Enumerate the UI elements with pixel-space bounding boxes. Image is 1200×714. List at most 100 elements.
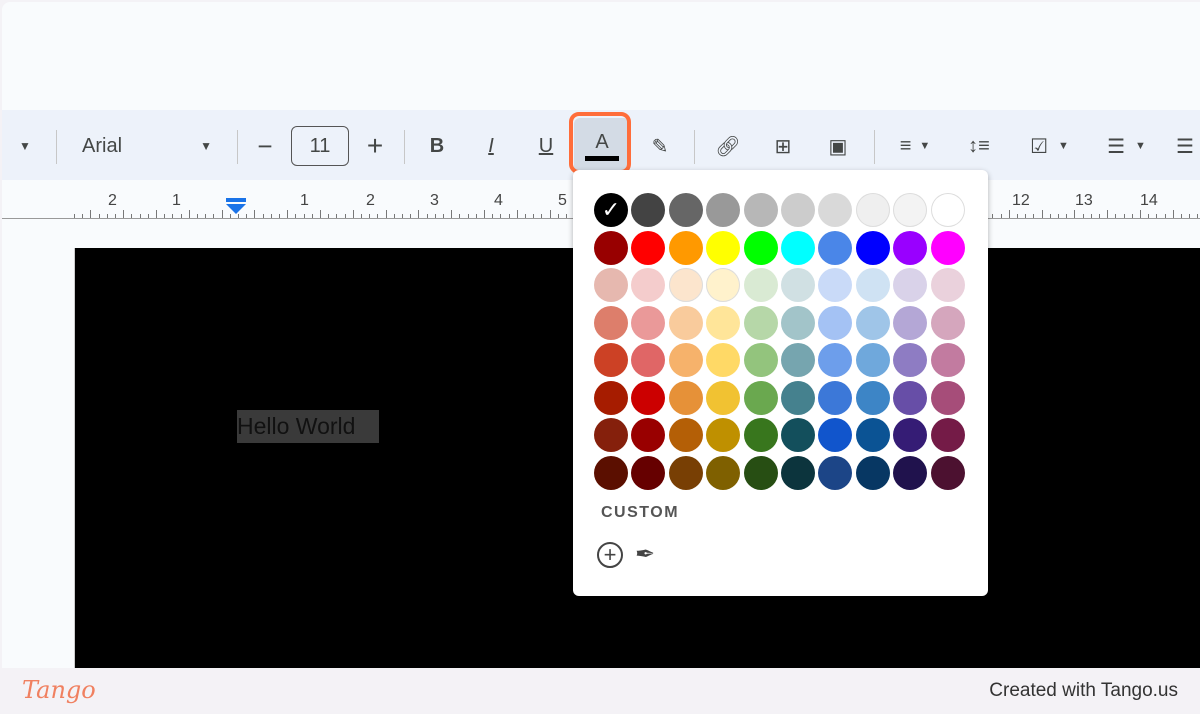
color-swatch[interactable] [631, 343, 666, 377]
color-swatch[interactable] [930, 343, 965, 377]
color-swatch[interactable] [781, 380, 815, 415]
increase-font-size-button[interactable]: + [360, 130, 390, 162]
color-swatch[interactable] [781, 455, 815, 490]
color-swatch[interactable] [668, 380, 703, 415]
color-swatch[interactable] [631, 418, 666, 452]
color-swatch[interactable] [781, 230, 815, 265]
style-dropdown-arrow[interactable]: ▼ [10, 130, 40, 162]
color-swatch[interactable] [594, 380, 628, 415]
decrease-font-size-button[interactable]: − [250, 130, 280, 162]
color-swatch[interactable] [818, 455, 853, 490]
color-swatch[interactable] [893, 268, 928, 302]
checklist-dropdown[interactable]: ☑ ▼ [1017, 130, 1082, 162]
line-spacing-icon[interactable]: ↕≡ [962, 130, 996, 162]
color-swatch[interactable] [631, 193, 666, 227]
color-swatch[interactable] [855, 380, 890, 415]
bold-button[interactable]: B [422, 130, 452, 162]
color-swatch[interactable] [594, 305, 628, 340]
color-swatch[interactable] [631, 455, 666, 490]
color-swatch[interactable] [781, 418, 815, 452]
color-swatch[interactable] [631, 268, 666, 302]
color-swatch[interactable] [781, 193, 815, 227]
color-swatch[interactable] [706, 230, 741, 265]
color-swatch[interactable] [930, 230, 965, 265]
color-swatch[interactable] [781, 343, 815, 377]
add-comment-icon[interactable]: ⊞ [767, 130, 799, 162]
font-dropdown[interactable]: Arial ▼ [72, 130, 222, 162]
color-swatch[interactable] [818, 193, 853, 227]
color-swatch[interactable] [893, 380, 928, 415]
bulleted-list-dropdown[interactable]: ☰ ▼ [1094, 130, 1159, 162]
color-swatch[interactable] [743, 455, 778, 490]
color-swatch[interactable] [855, 268, 890, 302]
insert-image-icon[interactable]: ▣ [822, 130, 854, 162]
color-swatch[interactable] [706, 380, 741, 415]
italic-button[interactable]: I [476, 130, 506, 162]
color-swatch[interactable] [893, 343, 928, 377]
color-swatch[interactable] [855, 193, 890, 227]
color-swatch[interactable] [818, 268, 853, 302]
color-swatch[interactable] [781, 305, 815, 340]
color-swatch[interactable] [668, 193, 703, 227]
color-swatch[interactable] [893, 455, 928, 490]
color-swatch[interactable] [668, 343, 703, 377]
color-swatch[interactable] [855, 305, 890, 340]
indent-marker[interactable] [226, 198, 246, 218]
color-swatch[interactable] [706, 455, 741, 490]
color-swatch[interactable] [668, 305, 703, 340]
color-swatch[interactable] [855, 455, 890, 490]
selected-text[interactable]: Hello World [237, 410, 379, 443]
color-swatch[interactable] [706, 305, 741, 340]
color-swatch[interactable] [930, 455, 965, 490]
numbered-list-icon[interactable]: ☰ [1170, 130, 1200, 162]
color-swatch[interactable] [818, 230, 853, 265]
color-swatch[interactable] [668, 230, 703, 265]
color-swatch[interactable] [743, 343, 778, 377]
color-swatch[interactable] [631, 380, 666, 415]
color-swatch[interactable] [893, 418, 928, 452]
color-swatch[interactable] [594, 268, 628, 302]
highlight-pen-icon[interactable]: ✎ [645, 130, 675, 162]
color-swatch[interactable] [631, 305, 666, 340]
color-swatch[interactable] [781, 268, 815, 302]
color-swatch[interactable] [631, 230, 666, 265]
color-swatch[interactable] [818, 305, 853, 340]
color-swatch[interactable] [706, 418, 741, 452]
color-swatch[interactable] [743, 230, 778, 265]
color-swatch[interactable] [594, 418, 628, 452]
color-swatch[interactable] [594, 343, 628, 377]
color-swatch[interactable] [594, 230, 628, 265]
color-swatch[interactable] [930, 305, 965, 340]
color-swatch[interactable] [668, 455, 703, 490]
color-swatch[interactable] [930, 380, 965, 415]
underline-button[interactable]: U [531, 130, 561, 162]
add-custom-color-icon[interactable]: + [597, 542, 623, 568]
color-swatch[interactable] [743, 268, 778, 302]
color-swatch[interactable] [706, 193, 741, 227]
color-swatch[interactable] [706, 268, 741, 302]
color-swatch[interactable] [855, 343, 890, 377]
color-swatch[interactable] [855, 230, 890, 265]
align-dropdown[interactable]: ≡ ▼ [887, 130, 943, 162]
color-swatch[interactable]: ✓ [594, 193, 628, 227]
link-icon[interactable]: 🔗︎ [712, 130, 744, 162]
eyedropper-icon[interactable]: ✒ [635, 540, 655, 569]
color-swatch[interactable] [930, 418, 965, 452]
color-swatch[interactable] [743, 380, 778, 415]
color-swatch[interactable] [818, 343, 853, 377]
color-swatch[interactable] [893, 305, 928, 340]
color-swatch[interactable] [855, 418, 890, 452]
color-swatch[interactable] [818, 418, 853, 452]
color-swatch[interactable] [893, 193, 928, 227]
color-swatch[interactable] [668, 268, 703, 302]
font-size-input[interactable]: 11 [291, 126, 349, 166]
color-swatch[interactable] [706, 343, 741, 377]
color-swatch[interactable] [743, 193, 778, 227]
color-swatch[interactable] [930, 193, 965, 227]
color-swatch[interactable] [668, 418, 703, 452]
color-swatch[interactable] [818, 380, 853, 415]
color-swatch[interactable] [893, 230, 928, 265]
color-swatch[interactable] [930, 268, 965, 302]
color-swatch[interactable] [743, 305, 778, 340]
color-swatch[interactable] [594, 455, 628, 490]
